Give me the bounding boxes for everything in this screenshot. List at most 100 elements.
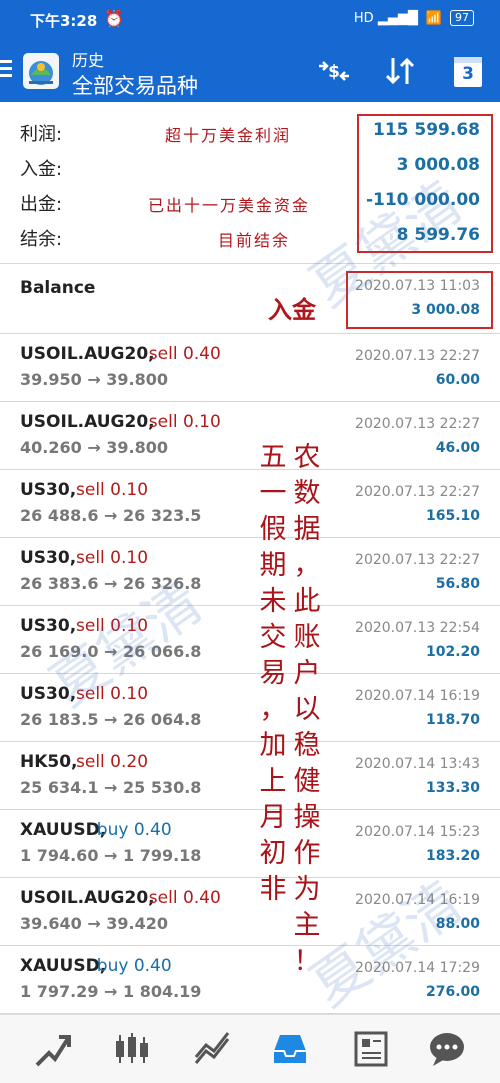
- status-indicators: HD ▂▄▆█ 📶 97: [354, 10, 474, 26]
- annotation-char: 交: [259, 622, 287, 653]
- trade-profit: 56.80: [435, 576, 480, 592]
- currency-swap-icon[interactable]: $: [316, 54, 352, 88]
- trade-side: sell 0.10: [76, 480, 149, 500]
- trade-row[interactable]: XAUUSD, buy 0.40 1 794.60 → 1 799.18 2020.0…: [0, 810, 500, 878]
- annotation-char: ！: [293, 946, 321, 977]
- annotation-char: 账: [293, 622, 321, 653]
- trade-chart-icon[interactable]: [33, 1029, 73, 1069]
- trade-prices: 1 797.29 → 1 804.19: [20, 982, 202, 1001]
- trade-side: buy 0.40: [96, 956, 172, 976]
- annotation-char: 易: [259, 658, 287, 689]
- trade-side: sell 0.20: [76, 752, 149, 772]
- status-time: 下午3:28: [30, 12, 98, 30]
- annotation-char: 一: [259, 478, 287, 509]
- trade-prices: 1 794.60 → 1 799.18: [20, 846, 202, 865]
- trade-symbol: USOIL.AUG20,: [20, 888, 155, 908]
- annotation-deposit: 入金: [268, 295, 316, 324]
- trade-date: 2020.07.14 16:19: [355, 892, 480, 908]
- annotation-char: ，: [293, 550, 321, 581]
- trade-profit: 133.30: [425, 780, 480, 796]
- annotation-char: 主: [293, 910, 321, 941]
- annotation-char: 农: [293, 442, 321, 473]
- annotation-char: 五: [259, 442, 287, 473]
- annotation-text: 超十万美金利润: [165, 126, 292, 145]
- wifi-icon: 📶: [425, 10, 442, 26]
- trade-symbol: XAUUSD,: [20, 820, 107, 840]
- annotation-text: 目前结余: [218, 231, 291, 250]
- svg-text:$: $: [328, 62, 340, 82]
- menu-icon[interactable]: [0, 60, 12, 80]
- calendar-icon[interactable]: 3: [454, 57, 482, 87]
- annotation-char: 期: [259, 550, 287, 581]
- trade-row[interactable]: US30, sell 0.10 26 169.0 → 26 066.8 2020.07…: [0, 606, 500, 674]
- bottom-nav: [0, 1014, 500, 1083]
- trade-profit: 102.20: [425, 644, 480, 660]
- trade-date: 2020.07.14 17:29: [355, 960, 480, 976]
- news-icon[interactable]: [350, 1029, 390, 1069]
- trade-row[interactable]: USOIL.AUG20, sell 0.40 39.950 → 39.800 2020…: [0, 334, 500, 402]
- candlestick-icon[interactable]: [112, 1029, 152, 1069]
- app-title: 全部交易品种: [72, 74, 198, 98]
- annotation-column-right: 农数据 ， 此账户以稳健操作为主 ！: [289, 440, 325, 980]
- trade-row[interactable]: US30, sell 0.10 26 183.5 → 26 064.8 2020.07…: [0, 674, 500, 742]
- trade-prices: 39.640 → 39.420: [20, 914, 169, 933]
- trade-prices: 26 488.6 → 26 323.5: [20, 506, 202, 525]
- trade-profit: 183.20: [425, 848, 480, 864]
- trade-profit: 88.00: [435, 916, 480, 932]
- annotation-char: 初: [259, 838, 287, 869]
- annotation-column-left: 五一假期未交易 ， 加上月初非: [255, 440, 291, 908]
- annotation-char: 此: [293, 586, 321, 617]
- trade-row[interactable]: US30, sell 0.10 26 488.6 → 26 323.5 2020.07…: [0, 470, 500, 538]
- battery-icon: 97: [450, 10, 474, 26]
- app-bar: 历史 全部交易品种 $ 3: [0, 40, 500, 102]
- history-inbox-icon[interactable]: [270, 1029, 310, 1069]
- trade-symbol: USOIL.AUG20,: [20, 344, 155, 364]
- trade-symbol: US30,: [20, 616, 77, 636]
- trade-row[interactable]: US30, sell 0.10 26 383.6 → 26 326.8 2020.07…: [0, 538, 500, 606]
- app-logo: [23, 53, 59, 89]
- annotation-char: 健: [293, 766, 321, 797]
- annotation-char: 月: [259, 802, 287, 833]
- trade-prices: 40.260 → 39.800: [20, 438, 169, 457]
- highlight-box: [357, 114, 493, 253]
- trade-row[interactable]: USOIL.AUG20, sell 0.10 40.260 → 39.800 2020…: [0, 402, 500, 470]
- summary-label: 入金:: [20, 159, 63, 180]
- trade-profit: 276.00: [425, 984, 480, 1000]
- balance-label: Balance: [20, 278, 96, 298]
- annotation-char: 作: [293, 838, 321, 869]
- trade-date: 2020.07.13 22:27: [355, 552, 480, 568]
- trade-profit: 46.00: [435, 440, 480, 456]
- sort-icon[interactable]: [382, 54, 418, 88]
- trade-date: 2020.07.13 22:27: [355, 348, 480, 364]
- app-subtitle: 历史: [72, 51, 105, 70]
- annotation-char: 操: [293, 802, 321, 833]
- trade-side: sell 0.10: [76, 616, 149, 636]
- trade-row[interactable]: XAUUSD, buy 0.40 1 797.29 → 1 804.19 2020.0…: [0, 946, 500, 1014]
- trade-side: sell 0.10: [148, 412, 221, 432]
- trade-symbol: US30,: [20, 480, 77, 500]
- line-chart-icon[interactable]: [192, 1029, 232, 1069]
- annotation-char: 稳: [293, 730, 321, 761]
- alarm-icon: ⏰: [104, 9, 124, 28]
- annotation-char: 为: [293, 874, 321, 905]
- trade-symbol: US30,: [20, 684, 77, 704]
- trade-prices: 26 383.6 → 26 326.8: [20, 574, 202, 593]
- trade-symbol: HK50,: [20, 752, 78, 772]
- trade-profit: 60.00: [435, 372, 480, 388]
- trade-profit: 118.70: [425, 712, 480, 728]
- annotation-char: 非: [259, 874, 287, 905]
- summary-label: 利润:: [20, 124, 63, 145]
- trade-date: 2020.07.13 22:27: [355, 416, 480, 432]
- annotation-char: 加: [259, 730, 287, 761]
- chat-icon[interactable]: [427, 1029, 467, 1069]
- signal-icon: HD ▂▄▆█: [353, 10, 418, 26]
- trade-date: 2020.07.14 16:19: [355, 688, 480, 704]
- trade-symbol: USOIL.AUG20,: [20, 412, 155, 432]
- trade-prices: 39.950 → 39.800: [20, 370, 169, 389]
- trade-row[interactable]: USOIL.AUG20, sell 0.40 39.640 → 39.420 2020…: [0, 878, 500, 946]
- trade-row[interactable]: HK50, sell 0.20 25 634.1 → 25 530.8 2020.07…: [0, 742, 500, 810]
- trade-date: 2020.07.13 22:27: [355, 484, 480, 500]
- trade-date: 2020.07.13 22:54: [355, 620, 480, 636]
- trade-prices: 26 169.0 → 26 066.8: [20, 642, 202, 661]
- annotation-char: 上: [259, 766, 287, 797]
